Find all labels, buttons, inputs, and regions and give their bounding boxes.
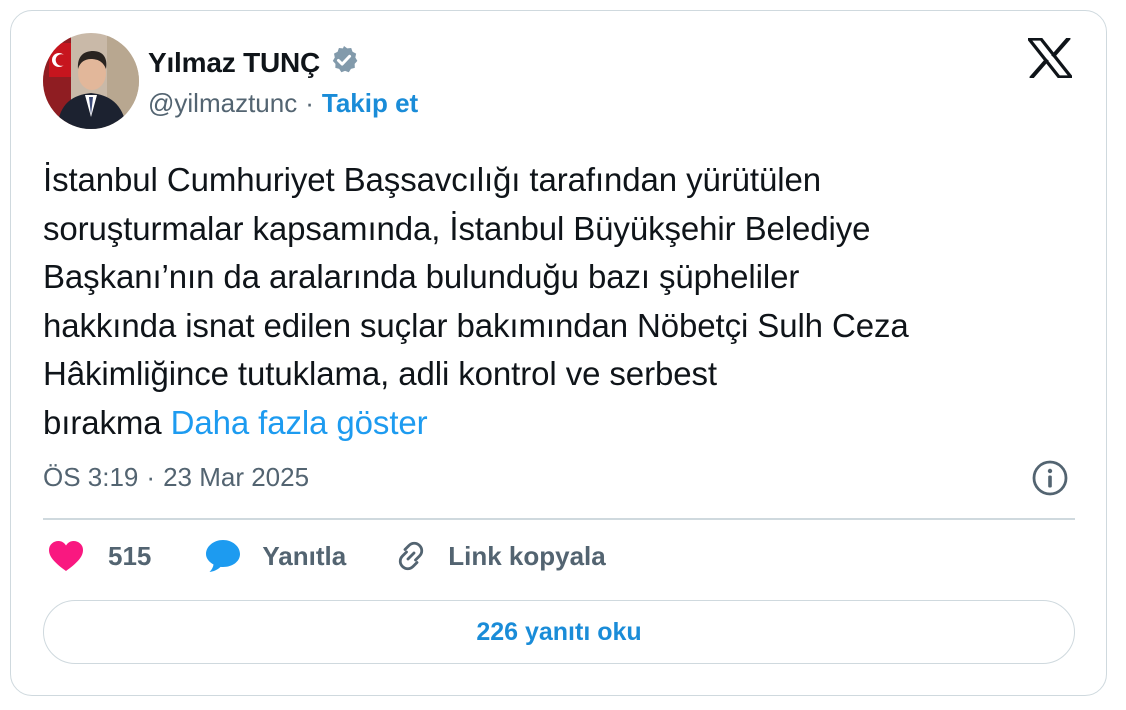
show-more-link[interactable]: Daha fazla göster — [171, 404, 428, 441]
tweet-text-tail: bırakma — [43, 403, 162, 441]
author-name[interactable]: Yılmaz TUNÇ — [148, 47, 320, 79]
link-icon — [393, 538, 429, 574]
author-handle[interactable]: @yilmaztunc — [148, 88, 297, 119]
speech-bubble-icon — [204, 538, 242, 574]
tweet-text: İstanbul Cumhuriyet Başsavcılığı tarafın… — [43, 156, 1083, 447]
handle-separator: · — [305, 88, 314, 118]
like-count: 515 — [108, 540, 152, 571]
tweet-text-line: Hâkimliğince tutuklama, adli kontrol ve … — [43, 355, 717, 392]
copy-link-label: Link kopyala — [448, 540, 606, 571]
reply-button[interactable]: Yanıtla — [204, 538, 346, 574]
copy-link-button[interactable]: Link kopyala — [393, 538, 606, 574]
follow-button[interactable]: Takip et — [322, 88, 418, 119]
read-replies-button[interactable]: 226 yanıtı oku — [43, 600, 1075, 664]
tweet-text-line: hakkında isnat edilen suçlar bakımından … — [43, 306, 909, 344]
x-logo-icon[interactable] — [1025, 36, 1075, 80]
tweet-text-line: Başkanı’nın da aralarında bulunduğu bazı… — [43, 258, 800, 295]
info-icon[interactable] — [1031, 459, 1069, 497]
tweet-text-last-line: bırakma Daha fazla göster — [43, 399, 1083, 448]
author-name-row: Yılmaz TUNÇ — [148, 44, 360, 81]
divider — [43, 518, 1075, 520]
tweet-actions: 515 Yanıtla Link kopyala — [47, 538, 606, 574]
like-button[interactable]: 515 — [47, 539, 151, 573]
reply-label: Yanıtla — [262, 540, 347, 571]
heart-icon — [47, 539, 85, 573]
tweet-time: ÖS 3:19 — [43, 462, 139, 492]
tweet-text-line: soruşturmalar kapsamında, İstanbul Büyük… — [43, 209, 871, 247]
timestamp-separator: · — [146, 462, 156, 492]
verified-badge-icon — [328, 44, 360, 81]
author-avatar[interactable] — [43, 33, 139, 129]
tweet-text-line: İstanbul Cumhuriyet Başsavcılığı tarafın… — [43, 161, 821, 198]
tweet-date: 23 Mar 2025 — [163, 462, 310, 492]
author-handle-row: @yilmaztunc · Takip et — [148, 88, 418, 119]
tweet-timestamp[interactable]: ÖS 3:19 · 23 Mar 2025 — [43, 462, 309, 493]
